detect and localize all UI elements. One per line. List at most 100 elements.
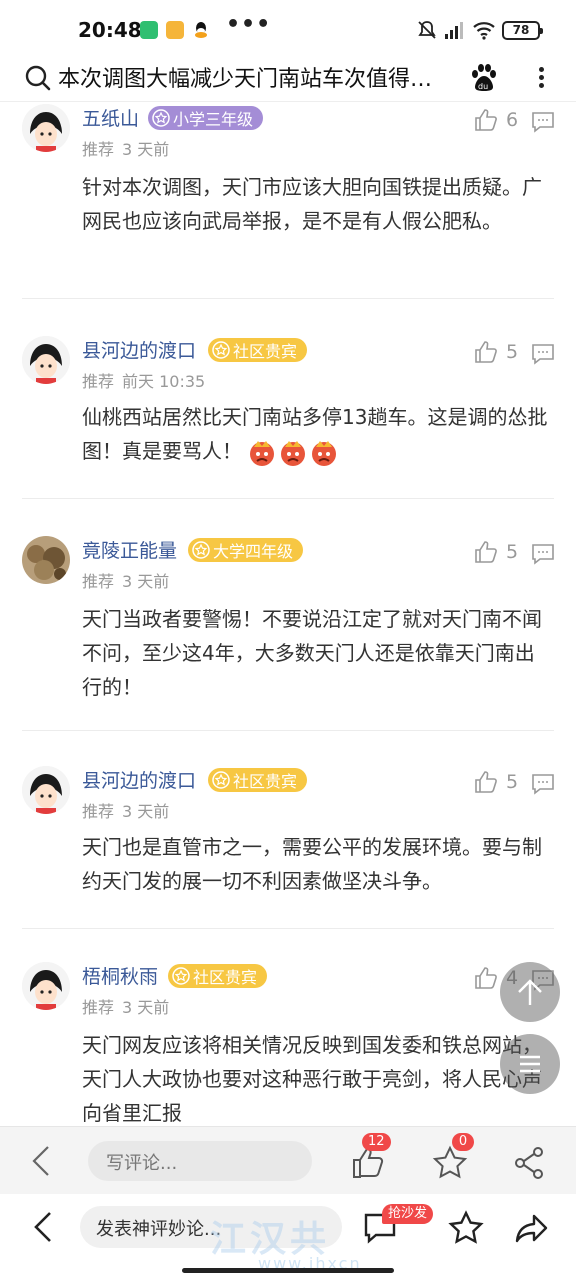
like-count: 5 (506, 541, 519, 563)
level-badge: 社区贵宾 (168, 964, 268, 988)
qq-icon (195, 22, 207, 38)
comment-bar: 写评论... 12 0 (0, 1126, 576, 1194)
thumbs-up-icon (475, 771, 497, 793)
avatar[interactable] (22, 536, 70, 584)
share-arrow-icon[interactable] (514, 1210, 550, 1246)
like-button[interactable]: 5 (474, 340, 518, 364)
reply-icon[interactable] (531, 110, 555, 134)
more-menu-icon[interactable] (528, 60, 554, 94)
scroll-top-button[interactable] (500, 962, 560, 1022)
comment-text: 天门网友应该将相关情况反映到国发委和铁总网站，天门人大政协也要对这种恶行敢于亮剑… (82, 1033, 542, 1125)
like-button[interactable]: 5 (474, 770, 518, 794)
level-badge: 社区贵宾 (208, 338, 308, 362)
like-button[interactable]: 5 (474, 540, 518, 564)
comment-meta: 推荐 3 天前 (82, 994, 169, 1018)
star-icon (152, 109, 170, 127)
comment-meta: 推荐 3 天前 (82, 798, 169, 822)
comment-text: 仙桃西站居然比天门南站多停13趟车。这是调的怂批图！真是要骂人！ (82, 400, 552, 468)
collapse-arrow-icon[interactable] (28, 1144, 56, 1178)
svg-text:du: du (478, 82, 488, 91)
level-badge: 小学三年级 (148, 106, 264, 130)
comment-time: 3 天前 (122, 802, 170, 821)
user-name[interactable]: 五纸山 (82, 104, 139, 131)
recommend-tag: 推荐 (82, 140, 115, 159)
star-icon (192, 541, 210, 559)
comment-time: 3 天前 (122, 572, 170, 591)
star-icon (172, 967, 190, 985)
comment-meta: 推荐 3 天前 (82, 136, 169, 160)
angry-emoji-row (248, 439, 338, 467)
reply-icon[interactable] (531, 772, 555, 796)
list-icon (520, 1055, 540, 1073)
level-badge: 大学四年级 (188, 538, 304, 562)
wifi-icon (473, 22, 495, 40)
reply-icon[interactable] (531, 542, 555, 566)
search-header: 本次调图大幅减少天门南站车次值得… du (0, 56, 576, 102)
notes-app-icon (166, 21, 184, 39)
avatar[interactable] (22, 962, 70, 1010)
badge-label: 社区贵宾 (233, 772, 298, 791)
comment-divider (22, 928, 554, 929)
thumbs-up-icon (475, 109, 497, 131)
avatar[interactable] (22, 336, 70, 384)
recommend-tag: 推荐 (82, 802, 115, 821)
comment-time: 3 天前 (122, 998, 170, 1017)
menu-float-button[interactable] (500, 1034, 560, 1094)
badge-label: 社区贵宾 (193, 968, 258, 987)
status-time: 20:48 (78, 18, 142, 42)
back-arrow-icon[interactable] (30, 1210, 58, 1244)
like-button[interactable]: 6 (474, 108, 518, 132)
battery-indicator: 78 (502, 20, 543, 40)
search-query[interactable]: 本次调图大幅减少天门南站车次值得… (58, 61, 468, 93)
badge-label: 小学三年级 (173, 110, 254, 129)
thumbs-up-icon (475, 967, 497, 989)
comment-input[interactable]: 写评论... (88, 1141, 312, 1181)
comment-divider (22, 730, 554, 731)
like-count: 6 (506, 109, 519, 131)
recommend-tag: 推荐 (82, 572, 115, 591)
star-icon (212, 771, 230, 789)
user-name[interactable]: 梧桐秋雨 (82, 962, 158, 989)
status-right: 78 (416, 18, 543, 42)
star-icon (212, 341, 230, 359)
favorite-count-badge: 0 (452, 1133, 474, 1151)
comment-divider (22, 298, 554, 299)
badge-label: 大学四年级 (213, 542, 294, 561)
star-icon[interactable] (448, 1210, 484, 1246)
mute-icon (418, 21, 436, 39)
comment-time: 前天 10:35 (122, 372, 206, 391)
sofa-badge: 抢沙发 (382, 1204, 434, 1224)
angry-emoji-icon (250, 440, 275, 466)
reply-icon[interactable] (531, 342, 555, 366)
comment-time: 3 天前 (122, 140, 170, 159)
comment-meta: 推荐 3 天前 (82, 568, 169, 592)
signal-icon (445, 22, 463, 39)
shield-app-icon (140, 21, 158, 39)
badge-label: 社区贵宾 (233, 342, 298, 361)
comment-text: 天门当政者要警惕！不要说沿江定了就对天门南不闻不问，至少这4年，大多数天门人还是… (82, 607, 542, 699)
comment-list: 五纸山 小学三年级 推荐 3 天前 6 针对本次调图，天门市应该大胆向国铁提出质疑… (0, 102, 576, 1126)
angry-emoji-icon (281, 440, 306, 466)
avatar[interactable] (22, 766, 70, 814)
share-icon[interactable] (512, 1145, 548, 1181)
thumbs-up-icon (475, 341, 497, 363)
comment-meta: 推荐 前天 10:35 (82, 368, 205, 392)
search-icon[interactable] (24, 64, 52, 92)
thumbs-up-icon (475, 541, 497, 563)
user-name[interactable]: 县河边的渡口 (82, 336, 196, 363)
like-count: 5 (506, 771, 519, 793)
user-name[interactable]: 县河边的渡口 (82, 766, 196, 793)
recommend-tag: 推荐 (82, 998, 115, 1017)
like-count-badge: 12 (362, 1133, 391, 1151)
avatar[interactable] (22, 104, 70, 152)
status-bar: 20:48 ••• 78 (0, 0, 576, 56)
home-indicator (182, 1268, 394, 1273)
comment-text: 针对本次调图，天门市应该大胆向国铁提出质疑。广网民也应该向武局举报，是不是有人假… (82, 175, 542, 233)
status-more-dots: ••• (226, 12, 272, 37)
baidu-paw-icon[interactable]: du (470, 63, 498, 93)
user-name[interactable]: 竟陵正能量 (82, 536, 177, 563)
comment-divider (22, 498, 554, 499)
recommend-tag: 推荐 (82, 372, 115, 391)
like-count: 5 (506, 341, 519, 363)
comment-text: 天门也是直管市之一，需要公平的发展环境。要与制约天门发的展一切不利因素做坚决斗争… (82, 835, 542, 893)
